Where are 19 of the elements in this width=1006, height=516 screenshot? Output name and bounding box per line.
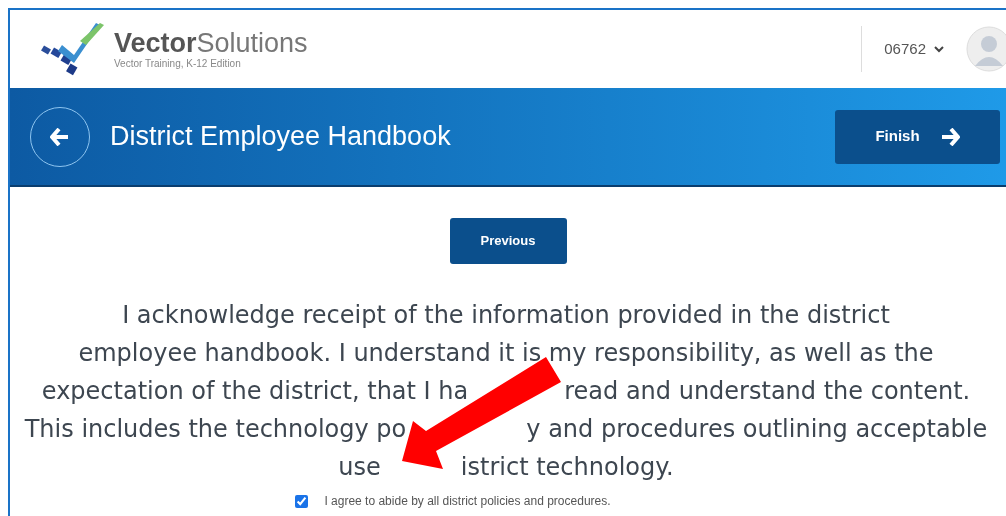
account-dropdown[interactable]: 06762 — [862, 37, 966, 61]
finish-button[interactable]: Finish — [835, 109, 1000, 164]
acknowledgement-text: I acknowledge receipt of the information provided in the district — [122, 300, 890, 331]
agree-checkbox[interactable] — [295, 494, 309, 508]
previous-button[interactable]: Previous — [449, 218, 567, 264]
logo-subtitle: Vector Training, K-12 Edition — [114, 58, 242, 69]
page-title: District Employee Handbook — [110, 120, 451, 154]
acknowledgement-text: This includes the technology po — [24, 414, 407, 445]
arrow-right-icon — [939, 127, 960, 146]
acknowledgement-text: employee handbook. I understand it is my responsibility, as well as the — [78, 338, 934, 369]
logo-wordmark: VectorSolutions — [114, 29, 308, 57]
agree-label: I agree to abide by all district policies and procedures. — [324, 493, 611, 510]
acknowledgement-text: expectation of the district, that I ha — [41, 376, 469, 407]
arrow-left-icon — [50, 127, 70, 146]
acknowledgement-text: use — [338, 452, 381, 483]
acknowledgement-text: y and procedures outlining acceptable — [526, 414, 988, 445]
acknowledgement-text: istrict technology. — [460, 452, 674, 483]
acknowledgement-text: read and understand the content. — [564, 376, 971, 407]
chevron-down-icon — [934, 45, 944, 53]
